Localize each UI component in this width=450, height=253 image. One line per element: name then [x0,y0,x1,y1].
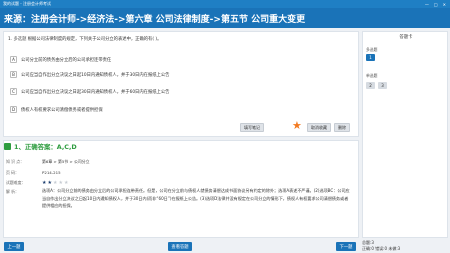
option-text: 公司分立前的债务由分立后的公司承担连带责任 [21,57,112,63]
option-checkbox[interactable]: D [10,106,17,113]
window-title: 我的试题 - 注册会计师考试 [3,1,51,6]
correct-answer: 1、正确答案：A,C,D [14,143,77,151]
result-count: 正确:0 错误:0 未做:3 [362,245,401,251]
close-icon[interactable]: ✕ [443,2,446,7]
book-icon [4,143,11,150]
question-stats: 总题:3 正确:0 错误:0 未做:3 [362,240,400,251]
question-panel: 1. 多选题 根据公司法律制度的规定，下列关于公司分立的表述中，正确的有( )。… [3,31,359,137]
cancel-favorite-button[interactable]: 取消收藏 [307,123,331,132]
title-bar: 我的试题 - 注册会计师考试 — □ ✕ [0,0,450,8]
prev-question-button[interactable]: 上一题 [4,242,24,251]
page-value: P214-215 [42,170,61,175]
explanation-text: 选项A：公司分立前的债务由分立后的公司承担连带责任。但是，公司在分立前与债权人就… [42,188,350,209]
section-label: 单选题 [366,73,378,78]
card-number-1[interactable]: 1 [366,54,375,61]
question-text-row: 1. 多选题 根据公司法律制度的规定，下列关于公司分立的表述中，正确的有( )。 [8,36,161,42]
favorite-star-icon[interactable]: ★ [292,120,302,131]
option-checkbox[interactable]: C [10,88,17,95]
question-type: 多选题 [13,37,27,42]
page-label: 页 码： [6,170,19,175]
delete-button[interactable]: 删除 [334,123,350,132]
explanation-label: 解 析： [6,189,19,194]
option-c[interactable]: C 公司应当自作出分立决议之日起30日内通知债权人，并于60日内在报纸上公告 [10,88,169,95]
answer-card-title: 答题卡 [399,35,413,40]
option-a[interactable]: A 公司分立前的债务由分立后的公司承担连带责任 [10,56,111,63]
section-label: 多选题 [366,47,378,52]
option-text: 公司应当自作出分立决议之日起10日内通知债权人，并于30日内在报纸上公告 [21,72,170,78]
minimize-icon[interactable]: — [425,2,429,7]
next-question-button[interactable]: 下一题 [336,242,356,251]
view-answer-button[interactable]: 查看答题 [168,242,192,251]
write-note-button[interactable]: 填写笔记 [240,123,264,132]
card-number-2[interactable]: 2 [366,82,375,89]
maximize-icon[interactable]: □ [434,2,438,7]
difficulty-stars: ★★★★★ [42,180,69,186]
option-text: 公司应当自作出分立决议之日起30日内通知债权人，并于60日内在报纸上公告 [21,89,170,95]
star-empty-icon: ★ [63,180,70,186]
answer-heading: 1、正确答案：A,C,D [4,142,77,151]
knowledge-value: 第6章 > 第5节 > 公司分立 [42,159,90,164]
answer-card: 答题卡 多选题 1 单选题 2 3 [362,31,448,238]
option-checkbox[interactable]: A [10,56,17,63]
option-b[interactable]: B 公司应当自作出分立决议之日起10日内通知债权人，并于30日内在报纸上公告 [10,71,169,78]
knowledge-label: 知 识 点： [6,159,25,164]
difficulty-label: 试题难度： [6,180,26,185]
question-text: 根据公司法律制度的规定，下列关于公司分立的表述中，正确的有( )。 [27,37,162,42]
option-d[interactable]: D 债权人有权要求公司清偿债务或者提供担保 [10,106,103,113]
card-number-3[interactable]: 3 [378,82,387,89]
breadcrumb: 来源：注册会计师->经济法->第六章 公司法律制度->第五节 公司重大变更 [0,8,450,28]
option-checkbox[interactable]: B [10,71,17,78]
option-text: 债权人有权要求公司清偿债务或者提供担保 [21,107,103,113]
question-number: 1. [8,37,13,42]
